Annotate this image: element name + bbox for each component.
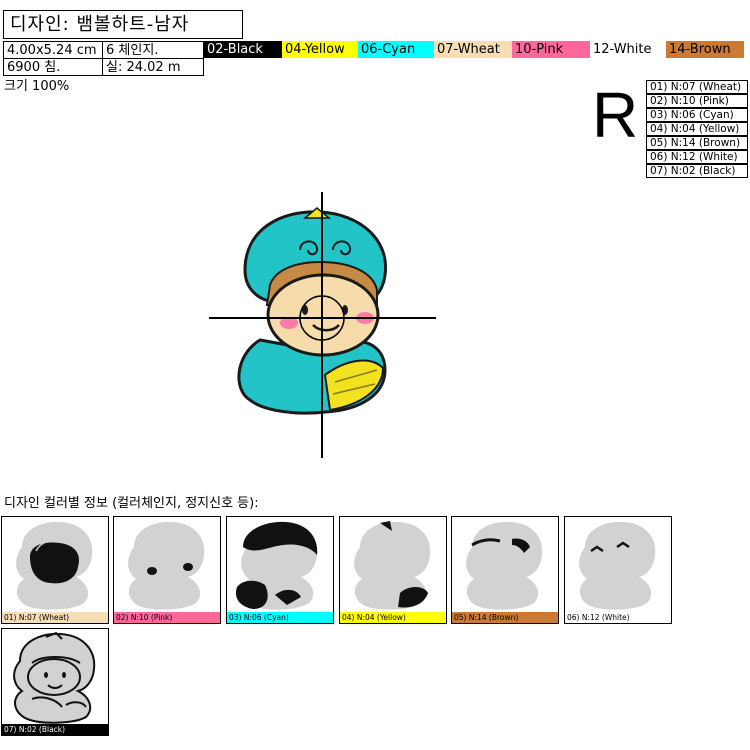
palette-swatch: 10-Pink bbox=[512, 41, 590, 58]
thumbnail-preview bbox=[16, 521, 93, 610]
sequence-item: 01) N:07 (Wheat) bbox=[646, 80, 748, 94]
thumbnail-preview bbox=[579, 521, 656, 610]
sequence-item: 06) N:12 (White) bbox=[646, 150, 748, 164]
palette-swatch: 07-Wheat bbox=[434, 41, 512, 58]
color-breakdown-title: 디자인 컬러별 정보 (컬러체인지, 정지신호 등): bbox=[4, 496, 259, 511]
orientation-mark: R bbox=[592, 79, 639, 151]
embroidery-illustration bbox=[209, 192, 436, 458]
thread-length: 실: 24.02 m bbox=[102, 58, 204, 76]
thumbnail-preview bbox=[128, 521, 205, 610]
thumbnail-card[interactable]: 05) N:14 (Brown) bbox=[451, 516, 559, 624]
thumbnail-card[interactable]: 02) N:10 (Pink) bbox=[113, 516, 221, 624]
thumbnail-caption: 05) N:14 (Brown) bbox=[452, 612, 558, 623]
palette-swatch: 02-Black bbox=[204, 41, 282, 58]
design-title: 디자인: 뱀볼하트-남자 bbox=[3, 10, 243, 39]
scale-label: 크기 100% bbox=[4, 79, 70, 94]
sequence-item: 07) N:02 (Black) bbox=[646, 164, 748, 178]
thumbnail-card[interactable]: 03) N:06 (Cyan) bbox=[226, 516, 334, 624]
palette-swatch: 04-Yellow bbox=[282, 41, 358, 58]
sequence-item: 04) N:04 (Yellow) bbox=[646, 122, 748, 136]
thumbnail-caption: 01) N:07 (Wheat) bbox=[2, 612, 108, 623]
sequence-item: 03) N:06 (Cyan) bbox=[646, 108, 748, 122]
thumbnail-preview bbox=[354, 521, 431, 610]
color-change-count: 6 체인지. bbox=[102, 41, 204, 59]
thumbnail-caption: 04) N:04 (Yellow) bbox=[340, 612, 446, 623]
design-size: 4.00x5.24 cm bbox=[3, 41, 103, 59]
thumbnail-card[interactable]: 04) N:04 (Yellow) bbox=[339, 516, 447, 624]
stitch-count: 6900 침. bbox=[3, 58, 103, 76]
palette-swatch: 14-Brown bbox=[666, 41, 744, 58]
thumbnail-caption: 06) N:12 (White) bbox=[565, 612, 671, 623]
palette-swatch: 06-Cyan bbox=[358, 41, 434, 58]
thumbnail-card[interactable]: 07) N:02 (Black) bbox=[1, 628, 109, 736]
thumbnail-caption: 02) N:10 (Pink) bbox=[114, 612, 220, 623]
design-preview bbox=[205, 190, 440, 460]
palette-swatch: 12-White bbox=[590, 41, 666, 58]
thumbnail-caption: 07) N:02 (Black) bbox=[2, 724, 108, 735]
thumbnail-caption: 03) N:06 (Cyan) bbox=[227, 612, 333, 623]
thumbnail-card[interactable]: 01) N:07 (Wheat) bbox=[1, 516, 109, 624]
thumbnail-preview bbox=[235, 521, 318, 610]
thumbnail-preview bbox=[466, 521, 543, 610]
sequence-item: 05) N:14 (Brown) bbox=[646, 136, 748, 150]
thumbnail-preview bbox=[13, 631, 96, 724]
sequence-item: 02) N:10 (Pink) bbox=[646, 94, 748, 108]
thumbnail-card[interactable]: 06) N:12 (White) bbox=[564, 516, 672, 624]
